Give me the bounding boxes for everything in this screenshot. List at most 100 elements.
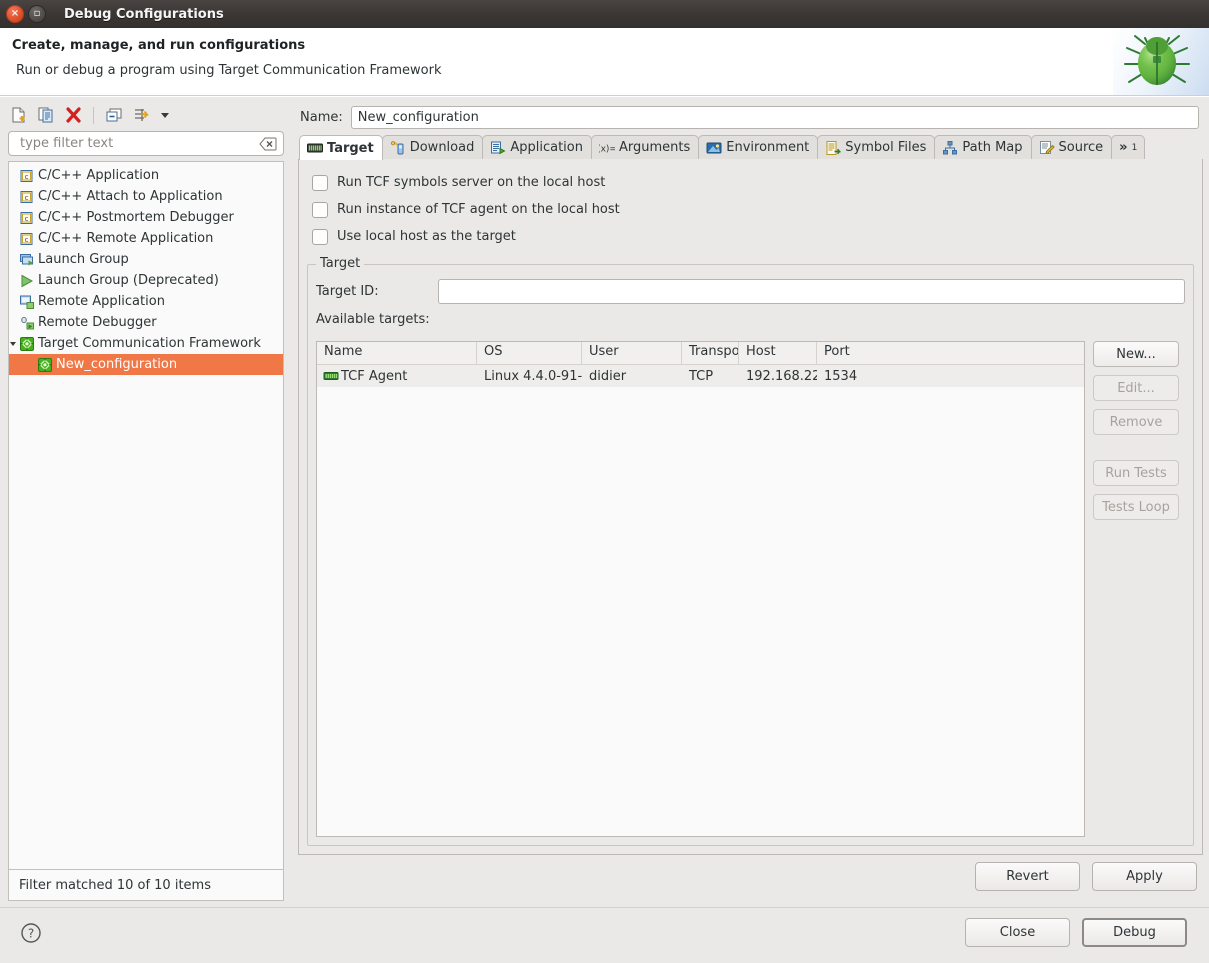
column-header[interactable]: OS [477, 342, 582, 364]
tab-label: Environment [726, 140, 810, 155]
tab-environment[interactable]: Environment [698, 135, 819, 159]
checkbox-label: Use local host as the target [337, 229, 516, 244]
maximize-icon[interactable]: ▫ [28, 5, 46, 23]
tab-application[interactable]: Application [482, 135, 592, 159]
tab-label: Source [1058, 140, 1104, 155]
table-row[interactable]: TCF Agent Linux 4.4.0-91- didier TCP 192.168… [317, 365, 1084, 387]
download-icon [390, 140, 404, 154]
filter-icon[interactable] [132, 106, 150, 124]
dialog-banner: Create, manage, and run configurations R… [0, 28, 1209, 96]
column-header[interactable]: Transpo [682, 342, 739, 364]
new-button[interactable]: New... [1093, 341, 1179, 367]
tree-item-new-configuration[interactable]: New_configuration [9, 354, 283, 375]
tab-label: Symbol Files [845, 140, 927, 155]
filter-status-text: Filter matched 10 of 10 items [19, 877, 211, 893]
delete-icon[interactable] [64, 106, 82, 124]
tree-item-label: Launch Group (Deprecated) [38, 273, 219, 288]
c-app-icon: c [20, 169, 33, 182]
clear-icon[interactable] [259, 137, 277, 151]
table-body: TCF Agent Linux 4.4.0-91- didier TCP 192.168… [317, 365, 1084, 387]
target-group: Target Target ID: Available targets: Nam… [307, 256, 1194, 846]
column-header[interactable]: Name [317, 342, 477, 364]
tree-item-c-c-postmortem-debugger[interactable]: c C/C++ Postmortem Debugger [9, 207, 283, 228]
expand-arrow-icon[interactable] [9, 340, 19, 348]
tab-symbol-files[interactable]: Symbol Files [817, 135, 936, 159]
tcf-icon [20, 336, 34, 351]
checkbox-label: Run instance of TCF agent on the local h… [337, 202, 620, 217]
run-tests-button: Run Tests [1093, 460, 1179, 486]
tree-item-target-communication-framework[interactable]: Target Communication Framework [9, 333, 283, 354]
tree-item-remote-application[interactable]: Remote Application [9, 291, 283, 312]
collapse-all-icon[interactable] [105, 106, 123, 124]
checkbox-row[interactable]: Use local host as the target [307, 223, 1194, 250]
configuration-name-input[interactable] [350, 105, 1199, 129]
tab-arguments[interactable]: (x)=Arguments [590, 135, 700, 159]
dialog-body: c C/C++ Application c C/C++ Attach to Appli… [0, 97, 1209, 963]
tree-item-label: Remote Application [38, 294, 165, 309]
table-cell: TCP [689, 368, 714, 384]
checkbox-3[interactable] [312, 228, 328, 245]
tree-item-label: Launch Group [38, 252, 129, 267]
configuration-tabs: Target Download Application (x)=Arguments En… [298, 135, 1203, 901]
duplicate-icon[interactable] [37, 106, 55, 124]
column-header[interactable]: Host [739, 342, 817, 364]
new-launch-configuration-icon[interactable] [10, 106, 28, 124]
table-cell: 192.168.222.1( [746, 368, 817, 384]
tree-item-c-c-application[interactable]: c C/C++ Application [9, 165, 283, 186]
checkbox-row[interactable]: Run instance of TCF agent on the local h… [307, 196, 1194, 223]
target-id-input[interactable] [438, 279, 1185, 304]
configurations-toolbar [4, 101, 288, 127]
apply-revert-row: Revert Apply [975, 862, 1197, 891]
tab-overflow-label: » [1119, 140, 1128, 155]
configuration-name-row: Name: [292, 101, 1203, 129]
remote-debugger-icon [21, 316, 34, 329]
help-icon[interactable]: ? [20, 922, 42, 944]
tab-label: Path Map [962, 140, 1023, 155]
tree-item-c-c-attach-to-application[interactable]: c C/C++ Attach to Application [9, 186, 283, 207]
svg-text:c: c [25, 215, 29, 223]
tree-item-remote-debugger[interactable]: Remote Debugger [9, 312, 283, 333]
window-title: Debug Configurations [64, 6, 224, 22]
checkbox-1[interactable] [312, 174, 328, 191]
tab-label: Arguments [618, 140, 691, 155]
debug-button[interactable]: Debug [1082, 918, 1187, 947]
column-header[interactable]: User [582, 342, 682, 364]
checkbox-2[interactable] [312, 201, 328, 218]
table-cell: TCF Agent [317, 368, 477, 384]
close-button[interactable]: Close [965, 918, 1070, 947]
target-icon [307, 143, 323, 153]
tree-item-c-c-remote-application[interactable]: c C/C++ Remote Application [9, 228, 283, 249]
revert-button[interactable]: Revert [975, 862, 1080, 891]
search-input[interactable] [18, 135, 259, 152]
banner-subtitle: Run or debug a program using Target Comm… [16, 63, 442, 78]
filter-textbox[interactable] [8, 131, 284, 156]
tree-item-label: C/C++ Remote Application [38, 231, 214, 246]
table-cell: Linux 4.4.0-91- [484, 368, 582, 384]
tcf-agent-icon [323, 372, 339, 380]
filter-status-bar: Filter matched 10 of 10 items [8, 869, 284, 901]
checkbox-row[interactable]: Run TCF symbols server on the local host [307, 169, 1194, 196]
table-header-row: Name OS User Transpo Host Port [317, 342, 1084, 365]
tree-item-launch-group[interactable]: Launch Group [9, 249, 283, 270]
tab-target[interactable]: Target [299, 135, 383, 160]
banner-artwork [1113, 28, 1209, 95]
close-icon[interactable]: × [6, 5, 24, 23]
tab-overflow-button[interactable]: » 1 [1111, 135, 1146, 159]
tab-source[interactable]: Source [1030, 135, 1113, 159]
apply-button[interactable]: Apply [1092, 862, 1197, 891]
target-checkbox-list: Run TCF symbols server on the local host… [307, 169, 1194, 250]
path-map-icon [943, 140, 958, 154]
tree-item-label: Target Communication Framework [38, 336, 261, 351]
tab-download[interactable]: Download [381, 135, 484, 159]
tree-item-label: Remote Debugger [38, 315, 157, 330]
column-header[interactable]: Port [817, 342, 1084, 364]
launch-group-deprecated-icon [21, 274, 34, 287]
tab-path-map[interactable]: Path Map [934, 135, 1032, 159]
chevron-down-icon[interactable] [159, 106, 171, 124]
available-targets-table[interactable]: Name OS User Transpo Host Port TCF Agent Linux… [316, 341, 1085, 837]
name-label: Name: [300, 109, 343, 125]
window-titlebar: × ▫ Debug Configurations [0, 0, 1209, 28]
configuration-editor-panel: Name: Target Download Application (x)=Argum… [292, 101, 1203, 901]
tree-item-launch-group-deprecated[interactable]: Launch Group (Deprecated) [9, 270, 283, 291]
configurations-tree[interactable]: c C/C++ Application c C/C++ Attach to Appli… [8, 161, 284, 869]
